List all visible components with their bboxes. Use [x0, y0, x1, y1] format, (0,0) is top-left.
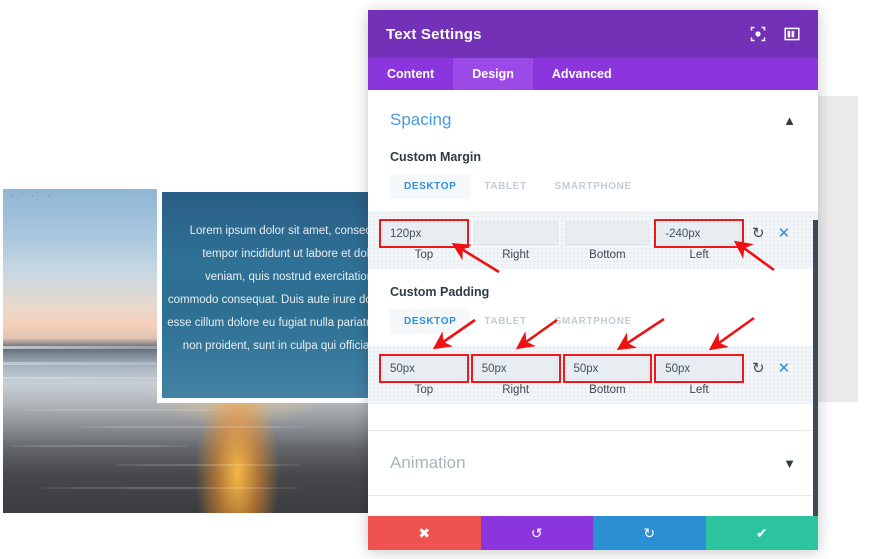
modal-scrollbar[interactable]: [813, 220, 818, 516]
modal-title: Text Settings: [386, 25, 482, 43]
modal-header: Text Settings: [368, 10, 818, 58]
section-animation: Animation ▼: [368, 431, 818, 496]
field-group-custom-margin: Custom Margin DESKTOP TABLET SMARTPHONE: [368, 134, 818, 211]
modal-footer: ✖ ↺ ↻ ✔: [368, 516, 818, 550]
tab-advanced[interactable]: Advanced: [533, 58, 631, 90]
padding-bottom-caption: Bottom: [589, 384, 626, 396]
chevron-down-icon[interactable]: ▼: [783, 457, 796, 470]
padding-device-tab-tablet[interactable]: TABLET: [470, 309, 540, 334]
margin-top-input[interactable]: 120px: [379, 219, 469, 248]
cancel-button[interactable]: ✖: [368, 516, 481, 550]
margin-clear-icon[interactable]: ✕: [778, 226, 791, 241]
section-spacing-title: Spacing: [390, 110, 452, 129]
section-animation-header[interactable]: Animation ▼: [368, 431, 818, 495]
margin-device-tabs: DESKTOP TABLET SMARTPHONE: [390, 174, 796, 199]
margin-top-cell: 120px Top: [378, 219, 470, 261]
modal-header-icons: [750, 26, 800, 42]
padding-inputs-row: 50px Top 50px Right 50px Bottom 50px Lef…: [368, 346, 818, 404]
margin-right-caption: Right: [502, 249, 530, 261]
margin-top-caption: Top: [414, 249, 434, 261]
margin-left-caption: Left: [689, 249, 709, 261]
padding-left-cell: 50px Left: [653, 354, 745, 396]
padding-bottom-input[interactable]: 50px: [562, 354, 653, 383]
birds-decoration: · ˙ ·˙ ·: [11, 193, 53, 200]
padding-right-cell: 50px Right: [470, 354, 562, 396]
layout-icon[interactable]: [784, 26, 800, 42]
redo-button[interactable]: ↻: [593, 516, 706, 550]
padding-clear-icon[interactable]: ✕: [778, 361, 791, 376]
margin-device-tab-desktop[interactable]: DESKTOP: [390, 174, 471, 199]
undo-button[interactable]: ↺: [480, 516, 593, 550]
padding-right-input[interactable]: 50px: [470, 354, 561, 383]
padding-device-tab-desktop[interactable]: DESKTOP: [390, 309, 471, 334]
margin-reset-icon[interactable]: ↻: [752, 226, 765, 241]
padding-reset-icon[interactable]: ↻: [752, 361, 765, 376]
section-spacing-header[interactable]: Spacing ▲: [368, 90, 818, 134]
chevron-up-icon[interactable]: ▲: [783, 114, 796, 127]
modal-scroll-area: Spacing ▲ Custom Margin DESKTOP TABLET S…: [368, 90, 818, 516]
section-spacing: Spacing ▲ Custom Margin DESKTOP TABLET S…: [368, 90, 818, 431]
margin-device-tab-smartphone[interactable]: SMARTPHONE: [541, 174, 646, 199]
tab-content[interactable]: Content: [368, 58, 453, 90]
margin-actions: ↻ ✕: [745, 222, 808, 245]
margin-bottom-cell: Bottom: [562, 222, 654, 261]
padding-top-input[interactable]: 50px: [379, 354, 469, 383]
padding-top-cell: 50px Top: [378, 354, 470, 396]
modal-body: Spacing ▲ Custom Margin DESKTOP TABLET S…: [368, 90, 818, 516]
padding-top-caption: Top: [414, 384, 434, 396]
field-group-custom-padding: Custom Padding DESKTOP TABLET SMARTPHONE: [368, 269, 818, 346]
padding-left-input[interactable]: 50px: [654, 354, 744, 383]
margin-right-input[interactable]: [473, 222, 558, 245]
padding-right-caption: Right: [502, 384, 530, 396]
margin-device-tab-tablet[interactable]: TABLET: [470, 174, 540, 199]
margin-bottom-input[interactable]: [565, 222, 650, 245]
spacing-section-spacer: [368, 404, 818, 430]
margin-left-cell: -240px Left: [653, 219, 745, 261]
padding-device-tab-smartphone[interactable]: SMARTPHONE: [541, 309, 646, 334]
custom-margin-label: Custom Margin: [390, 150, 481, 164]
padding-device-tabs: DESKTOP TABLET SMARTPHONE: [390, 309, 796, 334]
margin-inputs-row: 120px Top Right Bottom -240px Left ↻ ✕: [368, 211, 818, 269]
margin-left-input[interactable]: -240px: [654, 219, 744, 248]
margin-right-cell: Right: [470, 222, 562, 261]
tab-design[interactable]: Design: [453, 58, 533, 90]
focus-icon[interactable]: [750, 26, 766, 42]
text-settings-modal: Text Settings Content Design Advanced Sp…: [368, 10, 818, 550]
modal-tab-bar: Content Design Advanced: [368, 58, 818, 90]
margin-bottom-caption: Bottom: [589, 249, 626, 261]
padding-left-caption: Left: [689, 384, 709, 396]
padding-actions: ↻ ✕: [745, 357, 808, 380]
section-animation-title: Animation: [390, 453, 466, 472]
save-button[interactable]: ✔: [705, 516, 818, 550]
padding-bottom-cell: 50px Bottom: [562, 354, 654, 396]
custom-padding-label: Custom Padding: [390, 285, 490, 299]
background-sidebar-column: [817, 96, 858, 402]
